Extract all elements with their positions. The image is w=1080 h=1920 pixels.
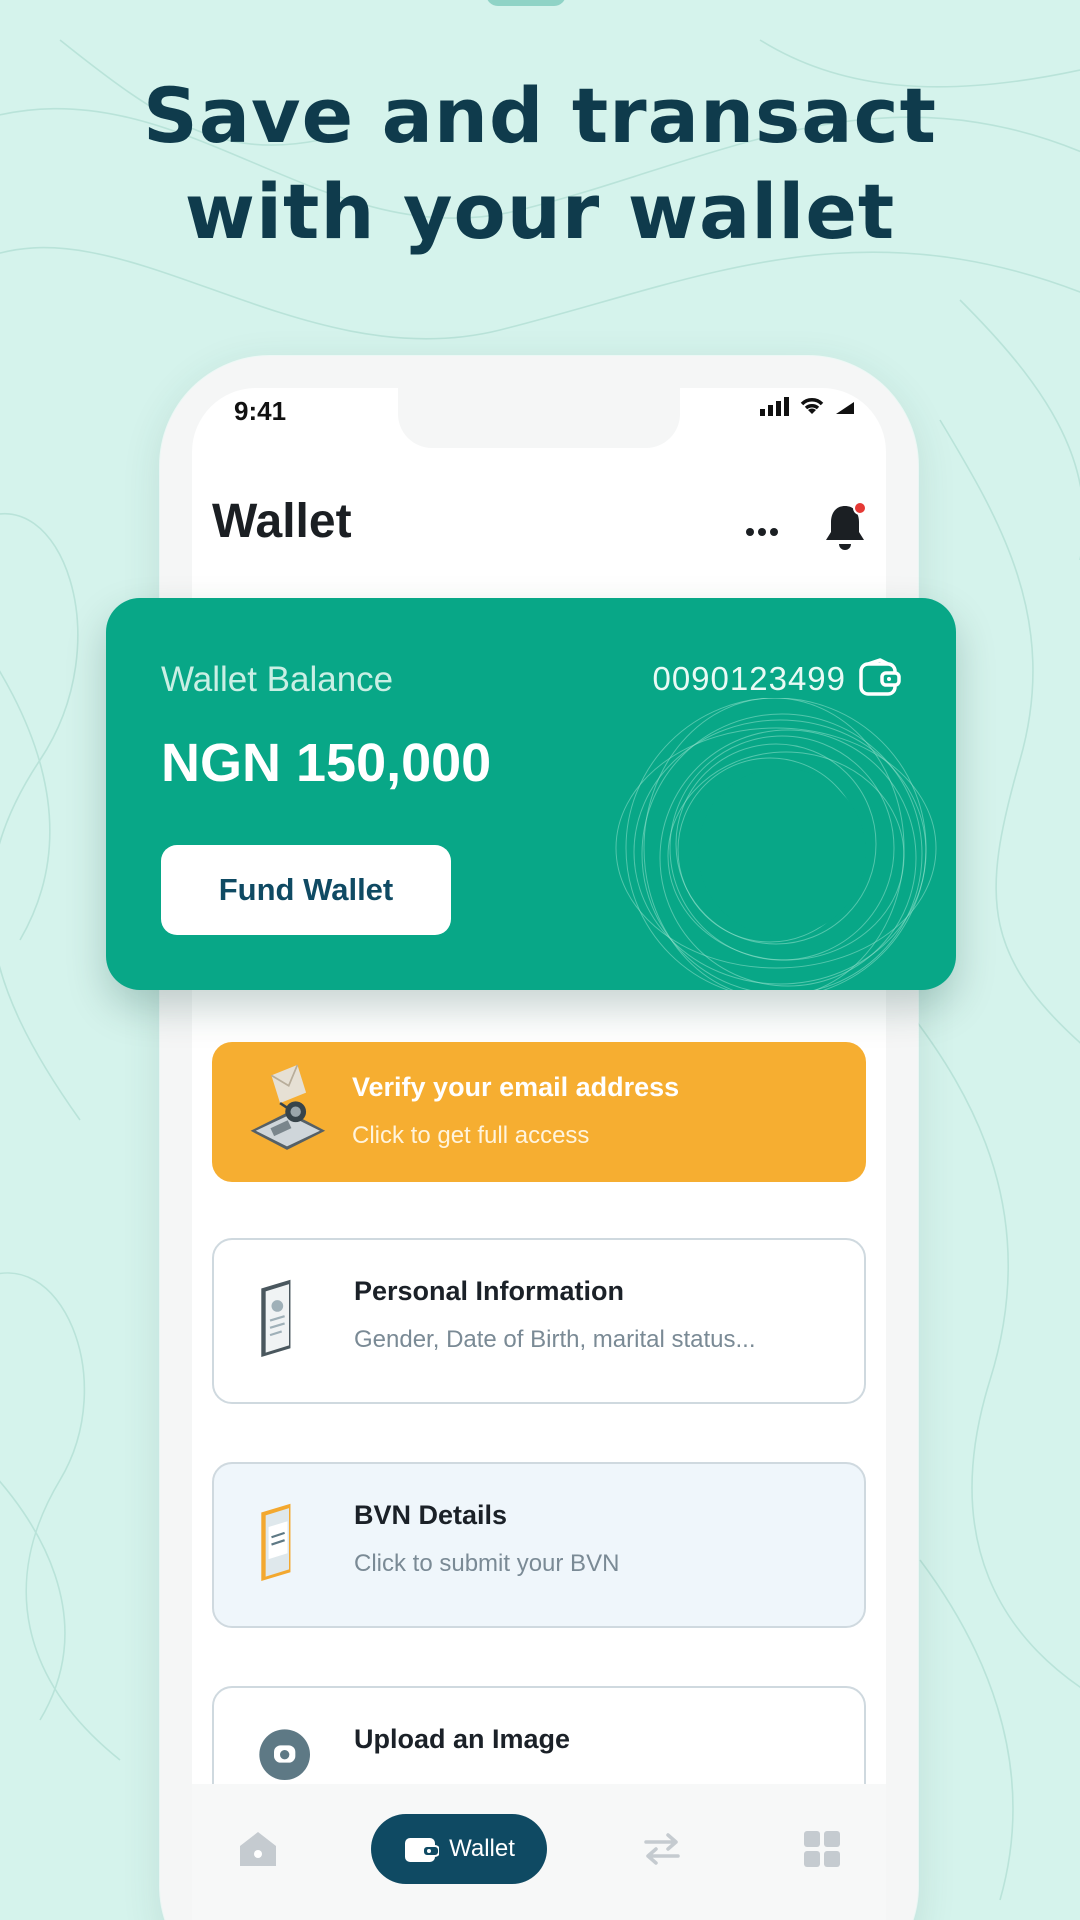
nav-transfer[interactable] [632, 1814, 692, 1884]
notification-dot [853, 501, 867, 515]
account-number: 0090123499 [652, 660, 846, 697]
nav-home[interactable] [228, 1814, 288, 1884]
notification-bell-icon[interactable] [820, 498, 870, 554]
bvn-details-card[interactable]: BVN Details Click to submit your BVN [212, 1462, 866, 1628]
nav-wallet-label: Wallet [449, 1835, 515, 1862]
more-options-icon[interactable] [732, 512, 792, 552]
battery-icon [836, 402, 854, 414]
transfer-icon [644, 1833, 680, 1865]
id-document-icon [261, 1279, 291, 1357]
nav-more[interactable] [792, 1814, 852, 1884]
bottom-navigation-overlay: Wallet [192, 1784, 886, 1920]
balance-label: Wallet Balance [161, 660, 394, 699]
grid-icon [804, 1831, 840, 1867]
verify-email-subtitle: Click to get full access [352, 1122, 590, 1149]
headline: Save and transact with your wallet [0, 68, 1080, 260]
personal-information-card[interactable]: Personal Information Gender, Date of Bir… [212, 1238, 866, 1404]
page-title: Wallet [212, 495, 352, 548]
email-verification-icon [250, 1064, 326, 1150]
card-swirl-decoration [615, 698, 937, 990]
wifi-icon [800, 398, 824, 414]
headline-line-1: Save and transact [143, 71, 937, 160]
ellipsis-icon [746, 528, 778, 536]
nav-wallet[interactable]: Wallet [371, 1814, 547, 1884]
bvn-document-icon [261, 1503, 291, 1581]
upload-image-title: Upload an Image [354, 1724, 571, 1754]
personal-information-title: Personal Information [354, 1276, 625, 1306]
wallet-icon [405, 1838, 440, 1862]
top-decoration [486, 0, 566, 6]
status-time: 9:41 [234, 396, 287, 426]
personal-information-subtitle: Gender, Date of Birth, marital status... [354, 1326, 756, 1353]
fund-wallet-button[interactable]: Fund Wallet [161, 845, 451, 935]
notch [398, 388, 680, 448]
headline-line-2: with your wallet [184, 167, 896, 256]
copy-wallet-icon[interactable] [858, 658, 902, 698]
status-icons [760, 396, 856, 416]
bvn-details-subtitle: Click to submit your BVN [354, 1550, 620, 1577]
verify-email-title: Verify your email address [352, 1072, 680, 1102]
bvn-details-title: BVN Details [354, 1500, 508, 1530]
home-icon [240, 1832, 276, 1866]
wallet-balance-card: Wallet Balance 0090123499 NGN 150,000 Fu… [106, 598, 956, 990]
verify-email-card[interactable]: Verify your email address Click to get f… [212, 1042, 866, 1182]
balance-amount: NGN 150,000 [161, 733, 492, 793]
signal-icon [760, 397, 789, 416]
